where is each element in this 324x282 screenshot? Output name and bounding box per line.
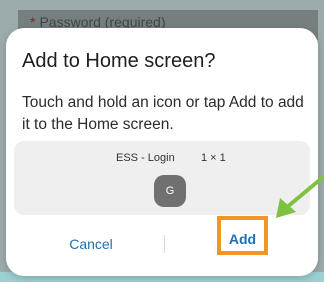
dialog-title: Add to Home screen? (22, 50, 216, 72)
cancel-button[interactable]: Cancel (55, 233, 127, 255)
pointer-arrow-icon (276, 176, 324, 218)
shortcut-size: 1 × 1 (201, 152, 226, 164)
shortcut-app-name: ESS - Login (116, 152, 175, 164)
button-divider (164, 235, 165, 253)
add-to-home-dialog: Add to Home screen? Touch and hold an ic… (6, 28, 318, 276)
app-icon[interactable]: G (154, 175, 186, 207)
dialog-message: Touch and hold an icon or tap Add to add… (22, 94, 304, 133)
add-button[interactable]: Add (217, 216, 268, 255)
shortcut-preview: ESS - Login 1 × 1 G (14, 141, 310, 215)
